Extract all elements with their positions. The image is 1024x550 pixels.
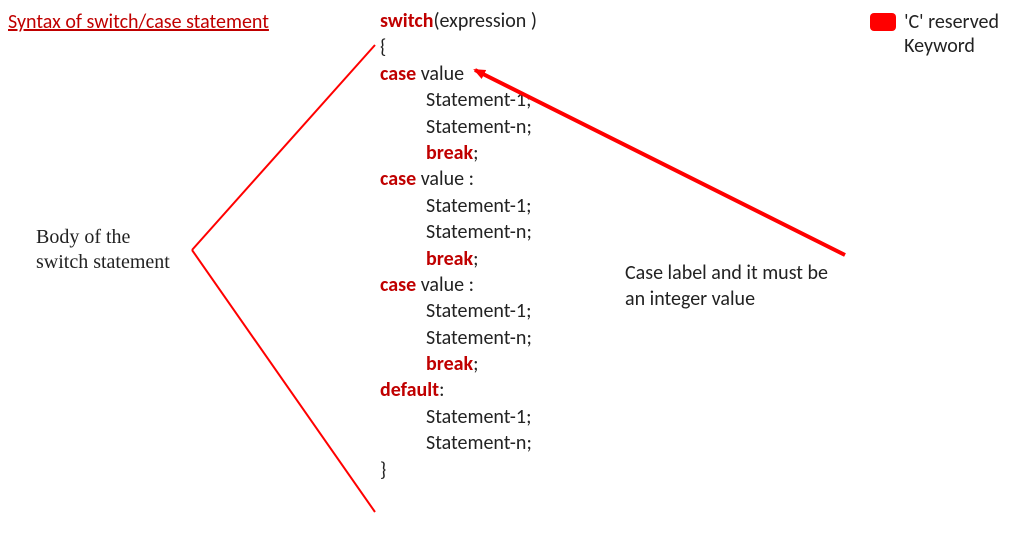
colon-default: : — [439, 378, 444, 402]
text-value-1: value — [416, 62, 464, 86]
semi-2: ; — [473, 247, 478, 271]
kw-break-3: break — [426, 352, 473, 376]
legend: 'C' reserved Keyword — [870, 10, 999, 58]
stmt-1-1: Statement-1; — [426, 88, 531, 112]
page-title: Syntax of switch/case statement — [8, 10, 269, 34]
kw-case-2: case — [380, 167, 416, 191]
case-label-line-1: Case label and it must be — [625, 260, 828, 286]
code-block: switch(expression ) { case value Stateme… — [380, 8, 537, 483]
stmt-3-n: Statement-n; — [426, 326, 532, 350]
text-expression: (expression ) — [433, 9, 536, 33]
kw-break-2: break — [426, 247, 473, 271]
legend-text: 'C' reserved Keyword — [904, 10, 999, 58]
stmt-2-1: Statement-1; — [426, 194, 531, 218]
kw-switch: switch — [380, 9, 433, 33]
body-label: Body of the switch statement — [36, 225, 170, 275]
semi-1: ; — [473, 141, 478, 165]
kw-default: default — [380, 378, 439, 402]
stmt-3-1: Statement-1; — [426, 299, 531, 323]
kw-case-3: case — [380, 273, 416, 297]
kw-break-1: break — [426, 141, 473, 165]
stmt-2-n: Statement-n; — [426, 220, 532, 244]
brace-close: } — [380, 458, 386, 482]
legend-swatch — [870, 13, 896, 31]
stmt-d-n: Statement-n; — [426, 431, 532, 455]
case-label: Case label and it must be an integer val… — [625, 260, 828, 312]
kw-case-1: case — [380, 62, 416, 86]
stmt-d-1: Statement-1; — [426, 405, 531, 429]
brace-open: { — [380, 35, 386, 59]
stmt-1-n: Statement-n; — [426, 115, 532, 139]
semi-3: ; — [473, 352, 478, 376]
text-value-2: value : — [416, 167, 474, 191]
legend-line-1: 'C' reserved — [904, 10, 999, 34]
legend-line-2: Keyword — [904, 34, 999, 58]
case-label-line-2: an integer value — [625, 286, 828, 312]
body-label-line-1: Body of the — [36, 225, 170, 250]
body-label-line-2: switch statement — [36, 250, 170, 275]
text-value-3: value : — [416, 273, 474, 297]
